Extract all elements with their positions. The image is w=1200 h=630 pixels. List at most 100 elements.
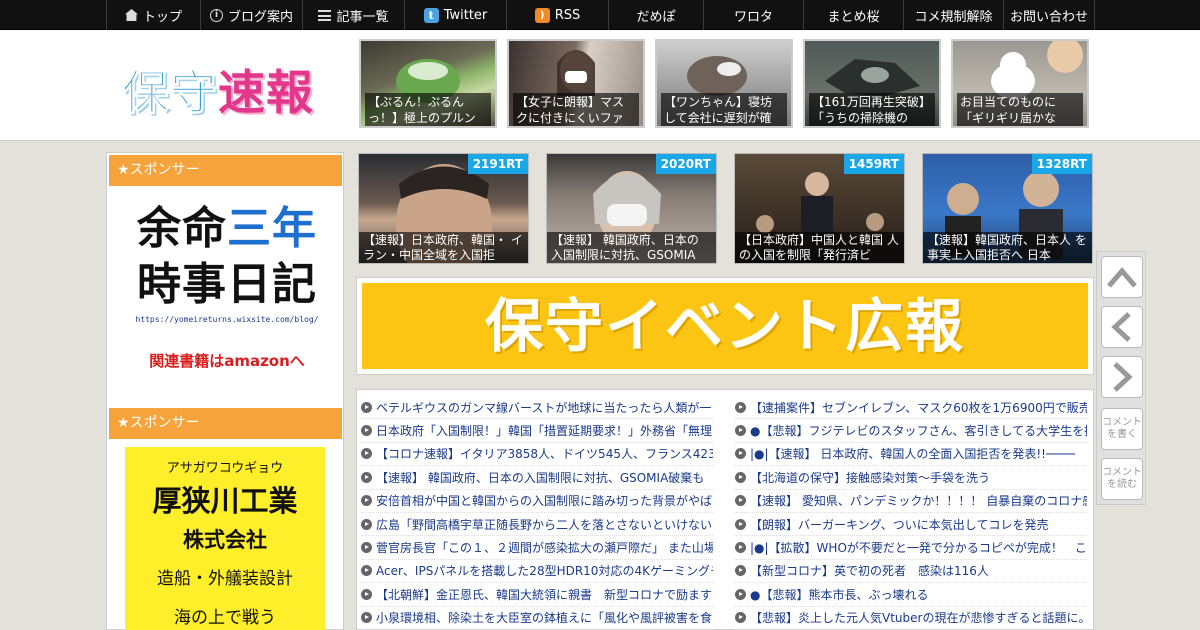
card-caption: 【速報】日本政府、韓国・ イラン・中国全域を入国拒 <box>359 232 528 263</box>
thumb-caption: 【ぷるん！ぷるん っ！】極上のプルン <box>365 93 491 126</box>
news-title: 【コロナ速報】イタリア3858人、ドイツ545人、フランス423人 <box>376 447 713 462</box>
news-list-item[interactable]: 【新型コロナ】英で初の死者 感染は116人 <box>735 560 1087 584</box>
news-list-item[interactable]: |●|【拡散】WHOが不要だと一発で分かるコピペが完成！ これ <box>735 536 1087 560</box>
news-title: Acer、IPSパネルを搭載した28型HDR10対応の4Kゲーミングモ <box>376 564 713 579</box>
nav-top[interactable]: トップ <box>106 0 200 30</box>
news-lists: ベテルギウスのガンマ線バーストが地球に当たったら人類が一 日本政府「入国制限！」韓… <box>356 389 1094 630</box>
news-list-item[interactable]: ●【悲報】熊本市長、ぶっ壊れる <box>735 583 1087 607</box>
book-title-line2: 時事日記 <box>137 259 317 310</box>
rt-card[interactable]: 2020RT 【速報】 韓国政府、日本の 入国制限に対抗、GSOMIA <box>546 153 717 264</box>
bullet-arrow-icon <box>735 448 746 460</box>
book-ad[interactable]: 余命三年 時事日記 https://yomeireturns.wixsite.c… <box>129 201 325 371</box>
bullet-arrow-icon <box>735 518 746 530</box>
sponsor-heading: ★スポンサー <box>109 155 342 186</box>
bullet-arrow-icon <box>361 542 372 554</box>
home-icon <box>124 9 138 21</box>
ad-tagline: 海の上で戦う <box>174 608 276 628</box>
news-list-item[interactable]: 【北海道の保守】接触感染対策～手袋を洗う <box>735 466 1087 490</box>
scroll-top-button[interactable] <box>1101 256 1143 298</box>
header-thumb[interactable]: 【ぷるん！ぷるん っ！】極上のプルン <box>359 39 497 128</box>
card-caption: 【速報】韓国政府、日本人 を事実上入国拒否へ 日本 <box>923 232 1092 263</box>
news-list-item[interactable]: 広島「野間高橋宇草正随長野から二人を落とさないといけない <box>361 513 713 537</box>
news-list-item[interactable]: ベテルギウスのガンマ線バーストが地球に当たったら人類が一 <box>361 396 713 420</box>
card-caption: 【速報】 韓国政府、日本の 入国制限に対抗、GSOMIA <box>547 232 716 263</box>
bullet-arrow-icon <box>735 495 746 507</box>
write-comment-button[interactable]: コメントを書く <box>1101 408 1143 450</box>
nav-contact[interactable]: お問い合わせ <box>1003 0 1095 30</box>
bullet-arrow-icon <box>735 401 746 413</box>
nav-article-list[interactable]: 記事一覧 <box>302 0 404 30</box>
news-list-item[interactable]: 【悲報】炎上した元人気Vtuberの現在が悲惨すぎると話題に。 <box>735 607 1087 630</box>
news-list-item[interactable]: 菅官房長官「この１、２週間が感染拡大の瀬戸際だ」 また山場 <box>361 536 713 560</box>
bullet-arrow-icon <box>361 565 372 577</box>
bullet-arrow-icon <box>361 495 372 507</box>
news-list-item[interactable]: 【速報】 愛知県、パンデミックか！！！！ 自暴自棄のコロナ感 <box>735 490 1087 513</box>
rt-count-badge: 1328RT <box>1031 154 1092 174</box>
news-title: 菅官房長官「この１、２週間が感染拡大の瀬戸際だ」 また山場 <box>376 541 713 556</box>
bullet-arrow-icon <box>735 565 746 577</box>
next-article-button[interactable] <box>1101 356 1143 398</box>
news-title: 【悲報】炎上した元人気Vtuberの現在が悲惨すぎると話題に。 <box>750 611 1087 626</box>
news-list-item[interactable]: 【速報】 韓国政府、日本の入国制限に対抗、GSOMIA破棄も <box>361 466 713 490</box>
card-caption: 【日本政府】中国人と韓国 人の入国を制限「発行済ビ <box>735 232 904 263</box>
news-title: 広島「野間高橋宇草正随長野から二人を落とさないといけない <box>376 517 713 532</box>
chevron-up-icon <box>1107 267 1137 288</box>
write-comment-label: コメントを書く <box>1102 417 1142 440</box>
header-thumb[interactable]: 【161万回再生突破】 「うちの掃除機の <box>803 39 941 128</box>
site-logo[interactable]: 保守速報 <box>122 54 314 123</box>
news-list-item[interactable]: 【コロナ速報】イタリア3858人、ドイツ545人、フランス423人 <box>361 443 713 467</box>
prev-article-button[interactable] <box>1101 306 1143 348</box>
nav-blog-guide[interactable]: i ブログ案内 <box>200 0 302 30</box>
news-list-item[interactable]: Acer、IPSパネルを搭載した28型HDR10対応の4Kゲーミングモ <box>361 560 713 584</box>
read-comment-button[interactable]: コメントを読む <box>1101 458 1143 500</box>
amazon-link[interactable]: 関連書籍はamazonへ <box>129 350 325 371</box>
bullet-arrow-icon <box>735 425 746 437</box>
event-banner-text: 保守イベント広報 <box>362 283 1088 369</box>
thumb-caption: 【女子に朗報】マス クに付きにくいファ <box>513 93 639 126</box>
news-title: 【北朝鮮】金正恩氏、韓国大統領に親書 新型コロナで励ます <box>376 587 713 602</box>
sponsor-ad-banner[interactable]: アサガワコウギョウ 厚狭川工業 株式会社 造船・外艤装設計 海の上で戦う <box>125 447 325 630</box>
news-list-item[interactable]: ●【悲報】フジテレビのスタッフさん、客引きしてる大学生を撮 <box>735 419 1087 443</box>
event-banner[interactable]: 保守イベント広報 <box>356 277 1094 375</box>
news-list-item[interactable]: 【北朝鮮】金正恩氏、韓国大統領に親書 新型コロナで励ます <box>361 583 713 607</box>
news-title: 【逮捕案件】セブンイレブン、マスク60枚を1万6900円で販売し <box>750 400 1087 415</box>
chevron-right-icon <box>1113 362 1133 392</box>
info-icon: i <box>209 8 223 22</box>
rt-card[interactable]: 1328RT 【速報】韓国政府、日本人 を事実上入国拒否へ 日本 <box>922 153 1093 264</box>
bullet-arrow-icon <box>361 401 372 413</box>
rt-card[interactable]: 1459RT 【日本政府】中国人と韓国 人の入国を制限「発行済ビ <box>734 153 905 264</box>
bullet-arrow-icon <box>735 612 746 624</box>
news-list-item[interactable]: 【逮捕案件】セブンイレブン、マスク60枚を1万6900円で販売し <box>735 396 1087 420</box>
news-list-item[interactable]: 小泉環境相、除染土を大臣室の鉢植えに「風化や風評被害を食 <box>361 607 713 630</box>
news-title: ●【悲報】熊本市長、ぶっ壊れる <box>750 587 929 602</box>
bullet-arrow-icon <box>361 471 372 483</box>
book-url: https://yomeireturns.wixsite.com/blog/ <box>135 315 319 324</box>
news-list-item[interactable]: 【朗報】バーガーキング、ついに本気出してコレを発売 <box>735 513 1087 537</box>
nav-damepo[interactable]: だめぽ <box>608 0 703 30</box>
news-list-item[interactable]: |●|【速報】 日本政府、韓国人の全面入国拒否を発表!!──── <box>735 443 1087 467</box>
header-thumb[interactable]: 【ワンちゃん】寝坊 して会社に遅刻が確 <box>655 39 793 128</box>
news-title: 【速報】 韓国政府、日本の入国制限に対抗、GSOMIA破棄も <box>376 470 705 485</box>
book-title-line1: 余命三年 <box>137 203 317 254</box>
news-list-item[interactable]: 安倍首相が中国と韓国からの入国制限に踏み切った背景がやば <box>361 490 713 513</box>
nav-rss[interactable]: ) RSS <box>506 0 608 30</box>
news-title: 【速報】 愛知県、パンデミックか！！！！ 自暴自棄のコロナ感 <box>750 494 1087 509</box>
nav-matome-sakura[interactable]: まとめ桜 <box>803 0 903 30</box>
rt-card[interactable]: 2191RT 【速報】日本政府、韓国・ イラン・中国全域を入国拒 <box>358 153 529 264</box>
bullet-arrow-icon <box>735 471 746 483</box>
header-thumb[interactable]: お目当てのものに 「ギリギリ届かな <box>951 39 1089 128</box>
ad-corp-type: 株式会社 <box>183 528 267 552</box>
thumb-caption: 【ワンちゃん】寝坊 して会社に遅刻が確 <box>661 93 787 126</box>
nav-comment-unblock[interactable]: コメ規制解除 <box>903 0 1003 30</box>
ad-company-name: 厚狭川工業 <box>152 484 298 518</box>
chevron-left-icon <box>1111 312 1131 342</box>
news-list-item[interactable]: 日本政府「入国制限！」韓国「措置延期要求！」外務省「無理 <box>361 419 713 443</box>
rt-count-badge: 2020RT <box>655 154 716 174</box>
bullet-arrow-icon <box>735 542 746 554</box>
nav-warota[interactable]: ワロタ <box>703 0 803 30</box>
header-thumb[interactable]: 【女子に朗報】マス クに付きにくいファ <box>507 39 645 128</box>
ad-service: 造船・外艤装設計 <box>157 569 293 589</box>
rt-count-badge: 1459RT <box>843 154 904 174</box>
site-header: 保守速報 【ぷるん！ぷるん っ！】極上のプルン 【女子に朗報】マス クに付きにく… <box>0 30 1200 141</box>
nav-twitter[interactable]: t Twitter <box>404 0 506 30</box>
